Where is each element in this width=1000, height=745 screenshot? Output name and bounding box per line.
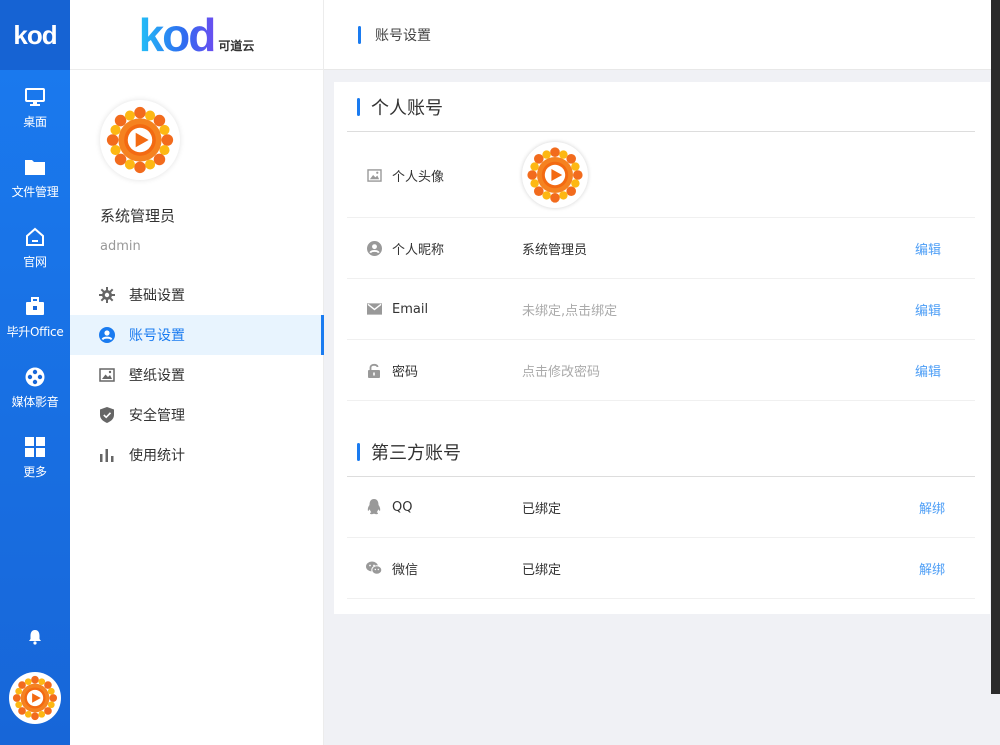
- menu-item-label: 安全管理: [129, 408, 185, 424]
- profile-username: admin: [100, 239, 141, 254]
- lock-icon: [366, 362, 382, 378]
- menu-item-basic-settings[interactable]: 基础设置: [70, 275, 324, 315]
- row-qq: QQ 已绑定 解绑: [347, 477, 975, 538]
- row-label: 密码: [392, 364, 419, 380]
- film-reel-icon: [24, 366, 46, 388]
- row-nickname: 个人昵称 系统管理员 编辑: [347, 218, 975, 279]
- brand-logo: kod 可道云: [70, 0, 323, 70]
- rail-item-files[interactable]: 文件管理: [0, 140, 70, 200]
- account-settings-card: 个人账号 个人头像 个人昵称 系统管理员 编辑 Email 未绑定,点击绑定 编…: [334, 82, 990, 614]
- app-rail: kod 桌面 文件管理 官网 毕升Office 媒体影音 更多: [0, 0, 70, 745]
- desktop-icon: [24, 86, 46, 108]
- menu-item-usage-stats[interactable]: 使用统计: [70, 435, 324, 475]
- section-third-party-account: 第三方账号: [347, 427, 975, 477]
- section-title: 个人账号: [371, 97, 443, 119]
- menu-item-account-settings[interactable]: 账号设置: [70, 315, 324, 355]
- page-title: 账号设置: [375, 27, 431, 44]
- row-label: 个人昵称: [392, 242, 445, 258]
- rail-item-label: 媒体影音: [11, 395, 59, 409]
- settings-sidebar: kod 可道云 系统管理员 admin 基础设置 账号设置 壁纸设置 安全管理: [70, 0, 324, 745]
- email-value[interactable]: 未绑定,点击绑定: [522, 300, 617, 319]
- row-label: 个人头像: [392, 170, 445, 185]
- row-label: Email: [392, 301, 429, 317]
- row-password: 密码 点击修改密码 编辑: [347, 340, 975, 401]
- rail-item-label: 毕升Office: [6, 325, 64, 339]
- brand-logo-text: kod: [138, 9, 217, 61]
- header-accent-bar: [358, 25, 361, 44]
- row-label: 微信: [392, 562, 419, 578]
- menu-item-label: 基础设置: [129, 288, 185, 304]
- rail-item-more[interactable]: 更多: [0, 420, 70, 480]
- section-title: 第三方账号: [371, 442, 461, 464]
- page-header: 账号设置: [324, 0, 1000, 70]
- image-icon: [98, 366, 116, 384]
- user-circle-icon: [98, 326, 116, 344]
- wechat-icon: [366, 560, 382, 576]
- unbind-wechat-link[interactable]: 解绑: [919, 559, 945, 578]
- account-avatar[interactable]: [522, 142, 588, 208]
- menu-item-label: 壁纸设置: [129, 368, 185, 384]
- unbind-qq-link[interactable]: 解绑: [919, 498, 945, 517]
- shield-check-icon: [98, 406, 116, 424]
- home-icon: [24, 226, 46, 248]
- rail-item-office[interactable]: 毕升Office: [0, 280, 70, 340]
- profile-avatar[interactable]: [100, 100, 180, 180]
- rail-item-label: 桌面: [23, 115, 47, 129]
- row-email: Email 未绑定,点击绑定 编辑: [347, 279, 975, 340]
- brand-logo-subtitle: 可道云: [218, 39, 255, 53]
- section-accent-bar: [357, 97, 360, 116]
- row-wechat: 微信 已绑定 解绑: [347, 538, 975, 599]
- menu-item-label: 使用统计: [129, 448, 185, 464]
- rail-item-website[interactable]: 官网: [0, 210, 70, 270]
- bell-icon[interactable]: [26, 628, 44, 646]
- toolbox-icon: [24, 296, 46, 318]
- password-value[interactable]: 点击修改密码: [522, 361, 600, 380]
- mail-icon: [366, 301, 382, 317]
- edit-email-link[interactable]: 编辑: [915, 300, 941, 319]
- bar-chart-icon: [98, 446, 116, 464]
- rail-item-label: 文件管理: [11, 185, 59, 199]
- menu-item-wallpaper[interactable]: 壁纸设置: [70, 355, 324, 395]
- rail-item-label: 更多: [23, 465, 47, 479]
- rail-logo[interactable]: kod: [0, 0, 70, 70]
- wechat-status: 已绑定: [522, 562, 562, 578]
- scrollbar[interactable]: [991, 0, 1000, 694]
- edit-nickname-link[interactable]: 编辑: [915, 239, 941, 258]
- user-circle-icon: [366, 240, 382, 256]
- gear-icon: [98, 286, 116, 304]
- menu-item-security[interactable]: 安全管理: [70, 395, 324, 435]
- qq-icon: [366, 499, 382, 515]
- edit-password-link[interactable]: 编辑: [915, 361, 941, 380]
- grid-icon: [24, 436, 46, 458]
- section-accent-bar: [357, 442, 360, 461]
- qq-status: 已绑定: [522, 501, 562, 517]
- rail-user-avatar[interactable]: [9, 672, 61, 724]
- rail-item-label: 官网: [23, 255, 47, 269]
- row-avatar: 个人头像: [347, 132, 975, 218]
- section-personal-account: 个人账号: [347, 82, 975, 132]
- menu-item-label: 账号设置: [129, 328, 185, 344]
- nickname-value: 系统管理员: [522, 242, 588, 258]
- rail-item-media[interactable]: 媒体影音: [0, 350, 70, 410]
- rail-item-desktop[interactable]: 桌面: [0, 70, 70, 130]
- row-label: QQ: [392, 499, 413, 515]
- image-icon: [366, 167, 382, 183]
- profile-display-name: 系统管理员: [100, 207, 176, 225]
- folder-icon: [24, 156, 46, 178]
